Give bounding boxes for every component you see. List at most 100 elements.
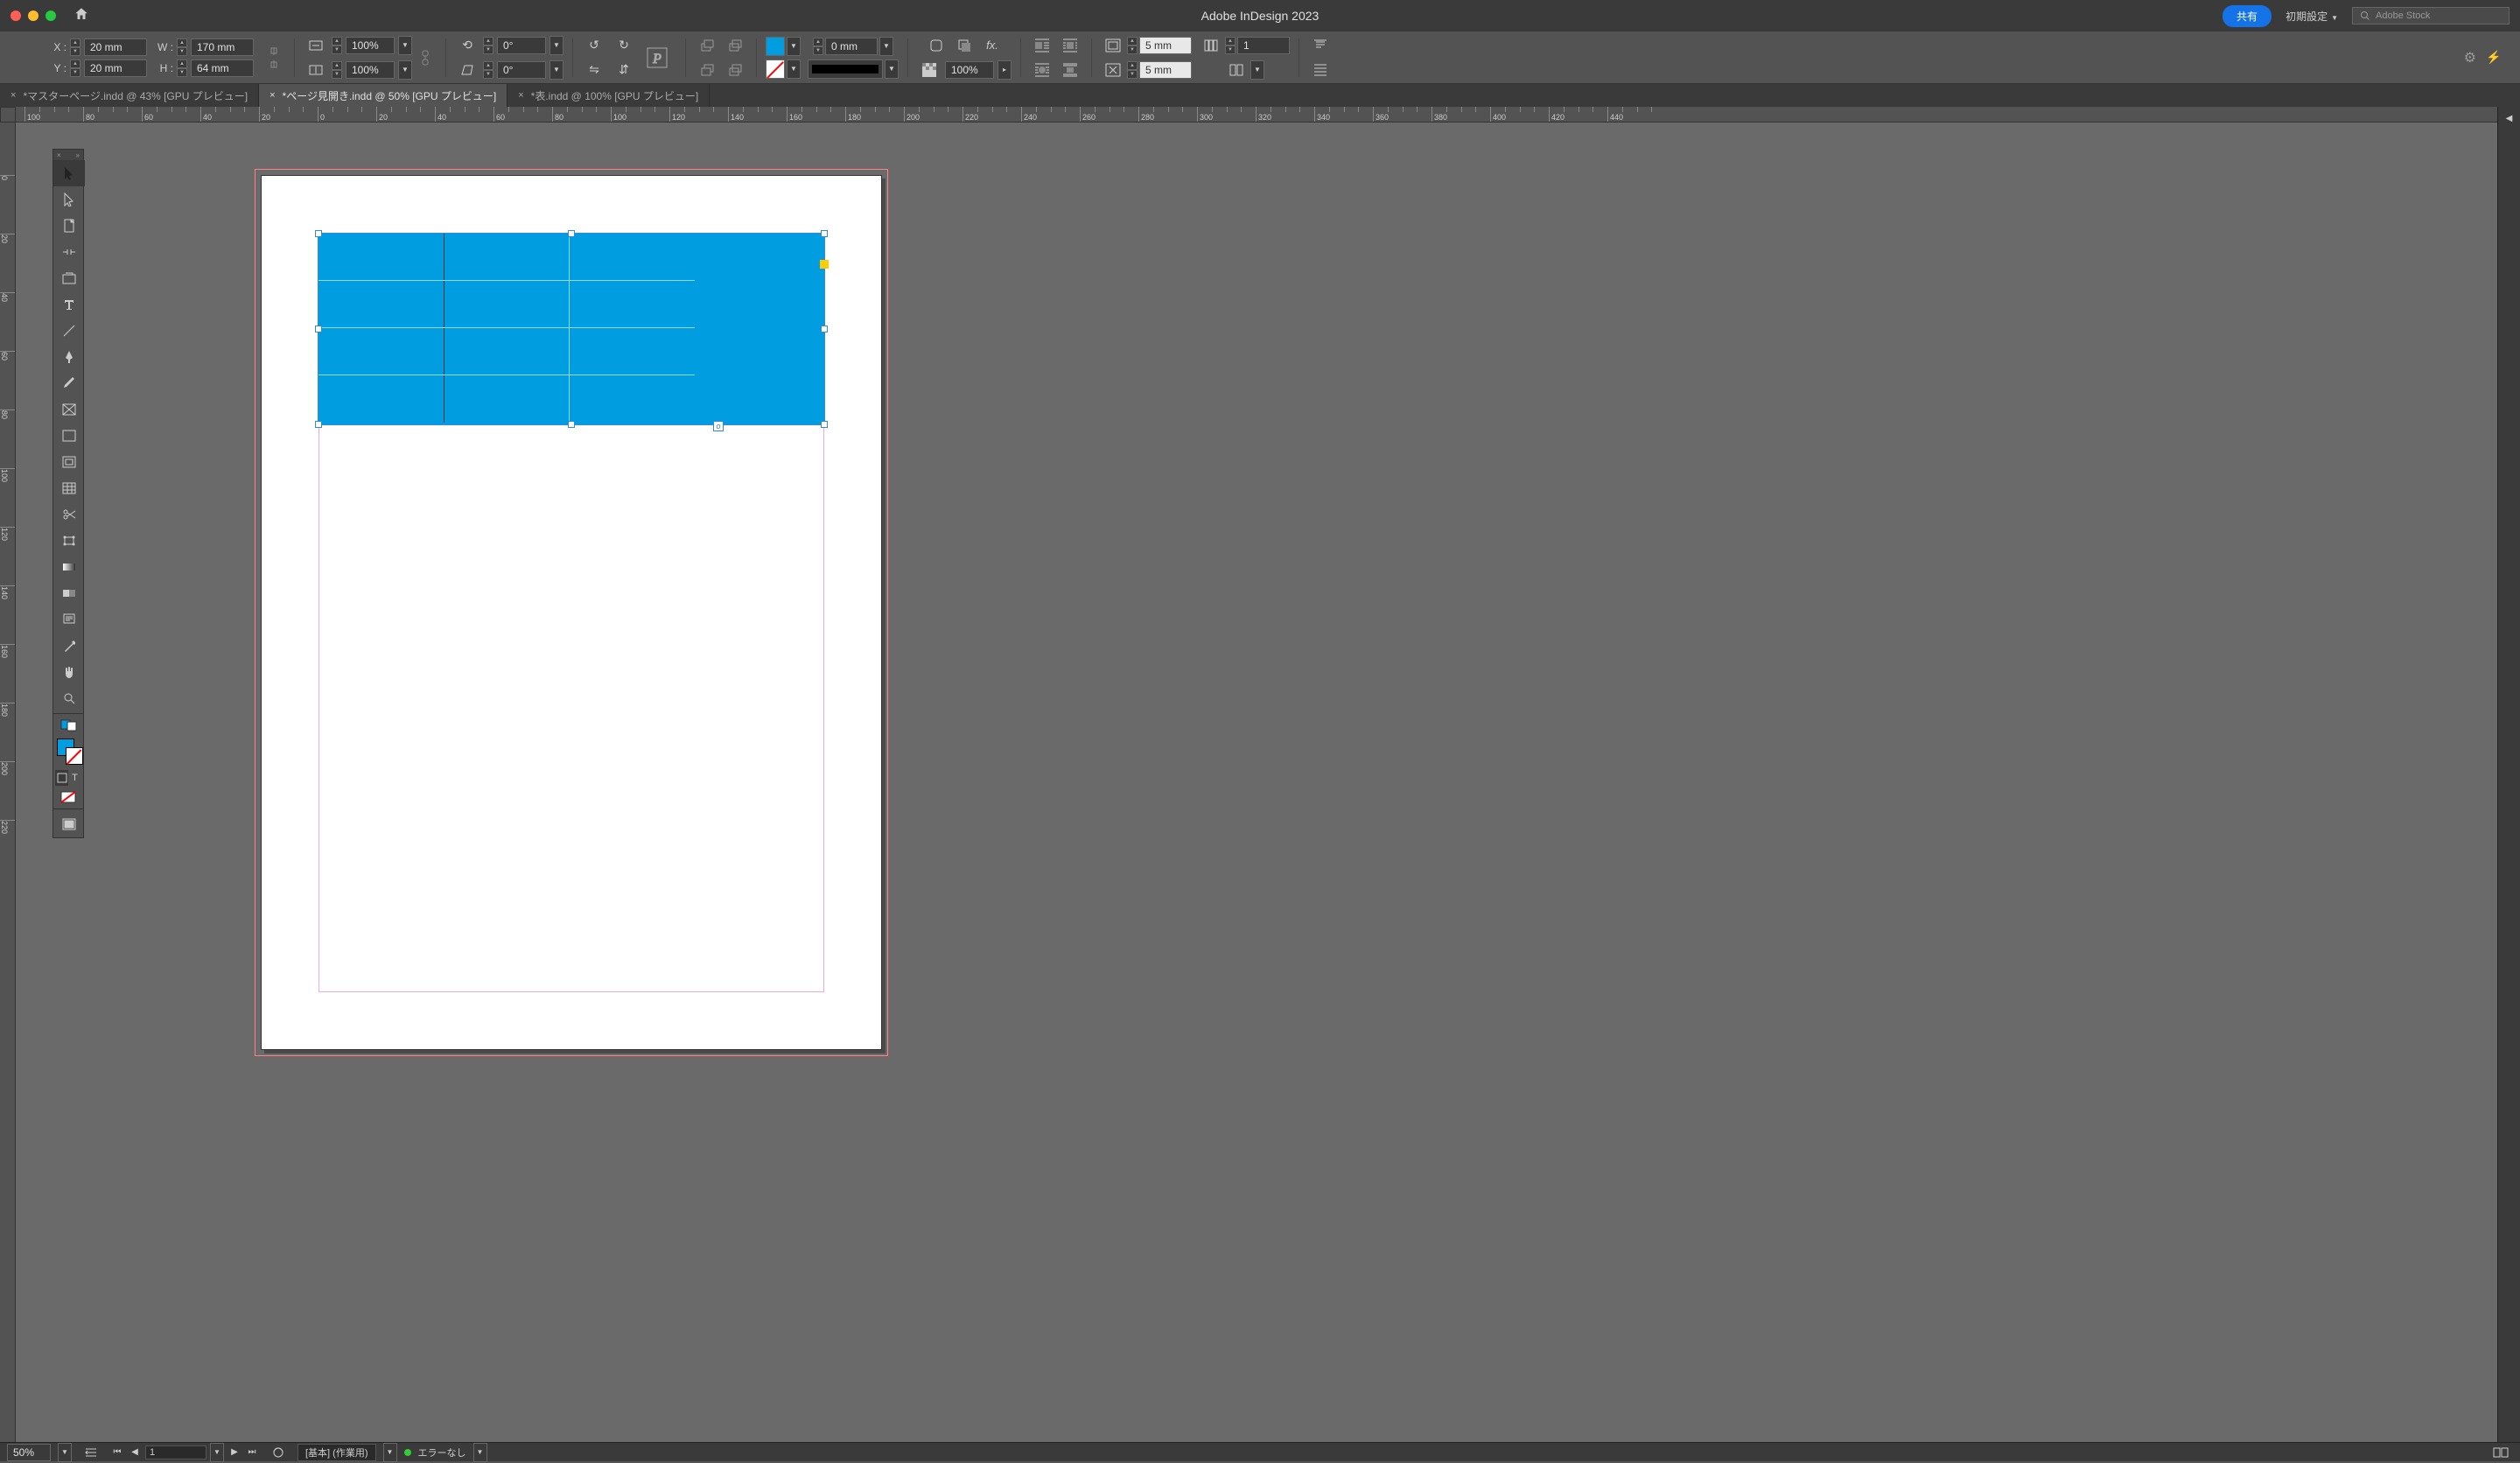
scale-x-dropdown[interactable]: ▼ [398, 36, 412, 55]
col-gap1-input[interactable]: 5 mm [1139, 37, 1192, 54]
resize-handle[interactable] [821, 421, 828, 428]
share-button[interactable]: 共有 [2222, 5, 2272, 27]
pen-tool[interactable] [53, 344, 85, 370]
constrain-proportions-icon[interactable] [266, 38, 282, 77]
line-tool[interactable] [53, 318, 85, 344]
columns-input[interactable]: 1 [1237, 37, 1290, 54]
preflight-dropdown[interactable]: ▼ [473, 1443, 487, 1462]
indent-icon[interactable] [80, 1442, 102, 1463]
col-gap2-stepper[interactable]: ▲▼ [1127, 61, 1138, 79]
rectangle-frame-tool[interactable] [53, 396, 85, 423]
text-wrap-bounds-icon[interactable] [1060, 35, 1081, 56]
ruler-origin[interactable] [0, 107, 16, 122]
rectangle-tool[interactable] [53, 423, 85, 449]
scale-y-dropdown[interactable]: ▼ [398, 60, 412, 80]
ruler-vertical[interactable]: 020406080100120140160180200220 [0, 122, 16, 1446]
stroke-dropdown[interactable]: ▼ [787, 60, 801, 79]
gradient-tool[interactable] [53, 554, 85, 580]
scissors-tool[interactable] [53, 501, 85, 528]
apply-to-text-icon[interactable]: T [68, 770, 81, 786]
col-gap2-input[interactable]: 5 mm [1139, 61, 1192, 79]
type-tool[interactable] [53, 291, 85, 318]
stroke-color-chip[interactable] [66, 747, 83, 765]
resize-handle[interactable] [568, 230, 575, 237]
ruler-horizontal[interactable]: 1008060402002040608010012014016018020022… [16, 107, 2497, 122]
stroke-weight-dropdown[interactable]: ▼ [879, 37, 893, 56]
pencil-tool[interactable] [53, 370, 85, 396]
resize-handle[interactable] [821, 326, 828, 332]
layer-status[interactable]: [基本] (作業用) [298, 1444, 376, 1461]
align-justify-icon[interactable] [1310, 60, 1331, 80]
selected-text-frame[interactable]: o [318, 234, 824, 424]
dock-icon[interactable]: » [76, 151, 80, 159]
zoom-dropdown[interactable]: ▼ [58, 1443, 72, 1462]
last-page-button[interactable]: ⏭ [245, 1447, 259, 1457]
table-tool[interactable] [53, 475, 85, 501]
w-input[interactable]: 170 mm [191, 38, 254, 56]
close-icon[interactable]: × [270, 90, 275, 101]
shear-stepper[interactable]: ▲▼ [483, 61, 494, 79]
align-top-icon[interactable] [1310, 35, 1331, 56]
col-balance-icon[interactable] [1226, 60, 1247, 80]
thread-out-port[interactable]: o [713, 421, 724, 431]
expand-dock-icon[interactable]: ◀ [2506, 114, 2513, 123]
close-icon[interactable]: × [57, 151, 61, 159]
direct-selection-tool[interactable] [53, 186, 85, 213]
resize-handle[interactable] [568, 421, 575, 428]
next-page-button[interactable]: ▶ [228, 1447, 242, 1457]
flash-icon[interactable]: ⚡ [2483, 47, 2504, 68]
tab-spread[interactable]: × *ページ見開き.indd @ 50% [GPU プレビュー] [259, 84, 508, 107]
scale-y-input[interactable]: 100% [346, 61, 395, 79]
shear-input[interactable]: 0° [497, 61, 546, 79]
page-dropdown[interactable]: ▼ [210, 1443, 224, 1462]
text-wrap-shape-icon[interactable] [1032, 60, 1053, 80]
workspace-selector[interactable]: 初期設定▼ [2286, 9, 2338, 24]
rotate-input[interactable]: 0° [497, 37, 546, 54]
reference-point-selector[interactable] [14, 45, 40, 71]
preflight-status[interactable]: エラーなし [418, 1446, 466, 1460]
scale-link-icon[interactable] [417, 38, 433, 77]
h-input[interactable]: 64 mm [191, 60, 254, 77]
tab-table[interactable]: × *表.indd @ 100% [GPU プレビュー] [508, 84, 710, 107]
fill-dropdown[interactable]: ▼ [787, 37, 801, 56]
flip-h-icon[interactable]: ⇋ [584, 60, 605, 80]
scale-y-stepper[interactable]: ▲▼ [332, 61, 342, 79]
default-fill-stroke-icon[interactable] [53, 788, 85, 807]
apply-to-container-icon[interactable] [55, 770, 68, 786]
flip-v-icon[interactable]: ⇵ [613, 60, 634, 80]
free-transform-tool[interactable] [53, 528, 85, 554]
close-icon[interactable]: × [10, 90, 16, 101]
view-split-icon[interactable] [2490, 1442, 2511, 1463]
y-stepper[interactable]: ▲▼ [70, 60, 80, 77]
live-corner-handle[interactable] [820, 260, 829, 269]
resize-handle[interactable] [315, 326, 322, 332]
right-panel-dock[interactable]: ◀ [2497, 107, 2520, 1446]
col-balance-dropdown[interactable]: ▼ [1250, 60, 1264, 80]
h-stepper[interactable]: ▲▼ [177, 60, 187, 77]
prev-page-button[interactable]: ◀ [128, 1447, 142, 1457]
canvas[interactable]: o [16, 122, 2497, 1446]
eyedropper-tool[interactable] [53, 633, 85, 659]
corner-options-icon[interactable] [926, 35, 947, 56]
home-icon[interactable] [74, 6, 89, 26]
polygon-tool[interactable] [53, 449, 85, 475]
rotate-stepper[interactable]: ▲▼ [483, 37, 494, 54]
table[interactable] [318, 234, 695, 424]
resize-handle[interactable] [315, 230, 322, 237]
window-minimize-button[interactable] [28, 10, 38, 21]
shear-dropdown[interactable]: ▼ [550, 60, 564, 80]
note-tool[interactable] [53, 606, 85, 633]
columns-stepper[interactable]: ▲▼ [1225, 37, 1236, 54]
rotate-cw-icon[interactable]: ↻ [613, 35, 634, 56]
hand-tool[interactable] [53, 659, 85, 685]
x-stepper[interactable]: ▲▼ [70, 38, 80, 56]
opacity-input[interactable]: 100% [945, 61, 994, 79]
arrange-back-icon[interactable] [724, 60, 746, 80]
zoom-tool[interactable] [53, 685, 85, 711]
open-panel-icon[interactable] [268, 1442, 289, 1463]
resize-handle[interactable] [315, 421, 322, 428]
x-input[interactable]: 20 mm [84, 38, 147, 56]
fill-swatch[interactable] [766, 37, 785, 56]
fill-stroke-toggle[interactable] [53, 716, 85, 735]
selection-tool[interactable] [53, 160, 85, 186]
